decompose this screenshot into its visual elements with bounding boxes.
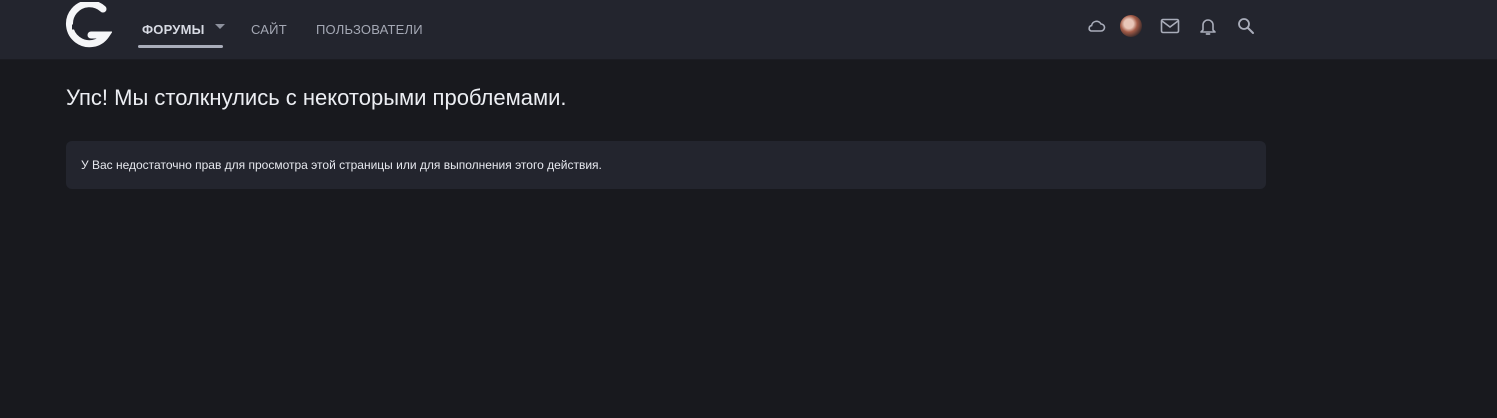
bell-icon [1200, 19, 1216, 35]
tab-users[interactable]: ПОЛЬЗОВАТЕЛИ [316, 0, 423, 59]
search-icon [1238, 18, 1254, 34]
user-avatar-button[interactable] [1120, 15, 1142, 37]
avatar [1120, 15, 1142, 37]
error-message-text: У Вас недостаточно прав для просмотра эт… [81, 158, 602, 172]
cloud-icon [1088, 20, 1106, 32]
tab-site[interactable]: САЙТ [251, 0, 287, 59]
site-logo[interactable] [64, 2, 112, 50]
tab-forums[interactable]: ФОРУМЫ [142, 0, 205, 59]
cloud-button[interactable] [1085, 15, 1107, 37]
tab-site-label: САЙТ [251, 22, 287, 37]
mail-icon [1160, 18, 1180, 34]
top-navigation-bar: ФОРУМЫ САЙТ ПОЛЬЗОВАТЕЛИ [0, 0, 1497, 60]
chevron-down-icon[interactable] [215, 24, 225, 29]
active-tab-indicator [138, 45, 223, 48]
error-message-box: У Вас недостаточно прав для просмотра эт… [66, 141, 1266, 189]
tab-forums-label: ФОРУМЫ [142, 22, 205, 37]
notifications-button[interactable] [1197, 15, 1219, 37]
search-button[interactable] [1235, 15, 1257, 37]
mail-button[interactable] [1159, 15, 1181, 37]
tab-users-label: ПОЛЬЗОВАТЕЛИ [316, 22, 423, 37]
page-title: Упс! Мы столкнулись с некоторыми проблем… [66, 85, 567, 110]
